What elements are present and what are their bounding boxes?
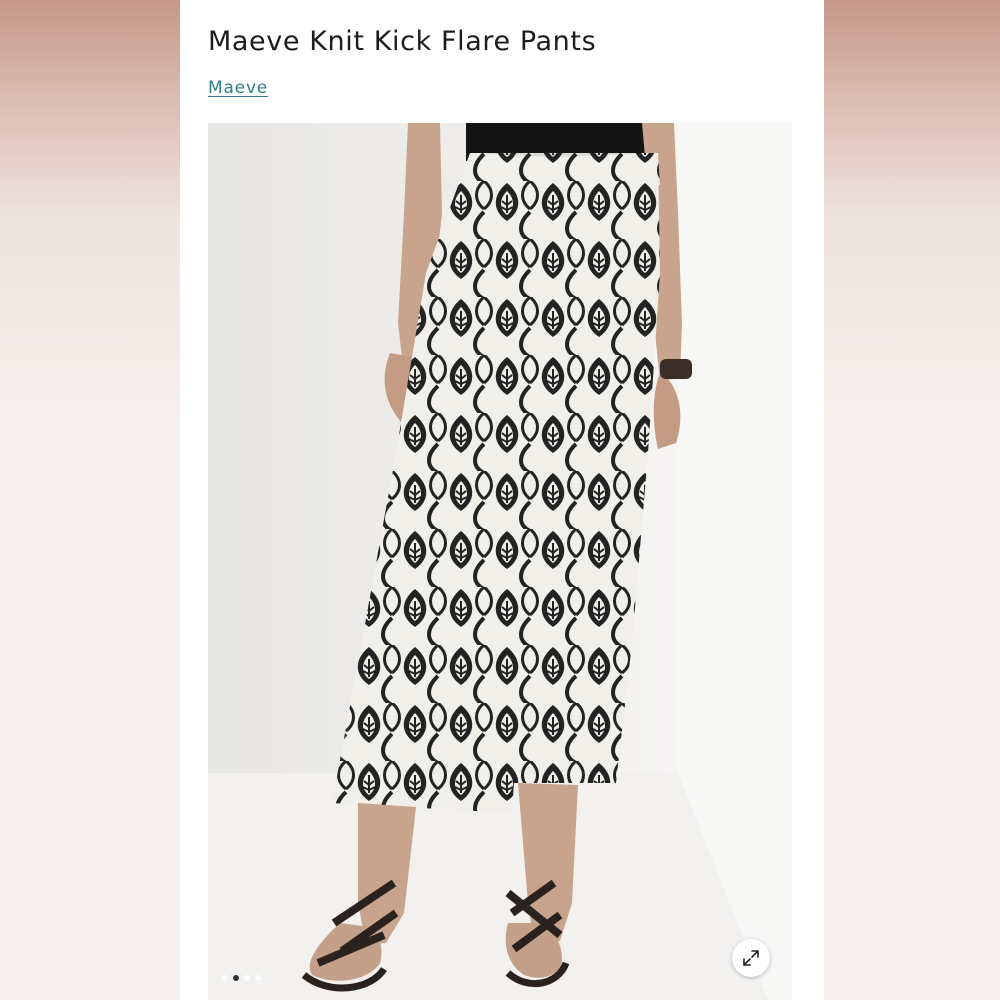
product-title: Maeve Knit Kick Flare Pants (208, 26, 597, 57)
expand-icon (743, 950, 759, 966)
product-image[interactable] (208, 123, 792, 1000)
carousel-dot[interactable] (255, 975, 261, 981)
carousel-dots (222, 975, 261, 981)
background-right-blur (824, 0, 1000, 1000)
product-photo-illustration (208, 123, 792, 1000)
product-card: Maeve Knit Kick Flare Pants Maeve (180, 0, 824, 1000)
carousel-dot-active[interactable] (233, 975, 239, 981)
expand-image-button[interactable] (732, 939, 770, 977)
brand-link[interactable]: Maeve (208, 78, 268, 98)
carousel-dot[interactable] (222, 975, 228, 981)
carousel-dot[interactable] (244, 975, 250, 981)
background-left-blur (0, 0, 180, 1000)
